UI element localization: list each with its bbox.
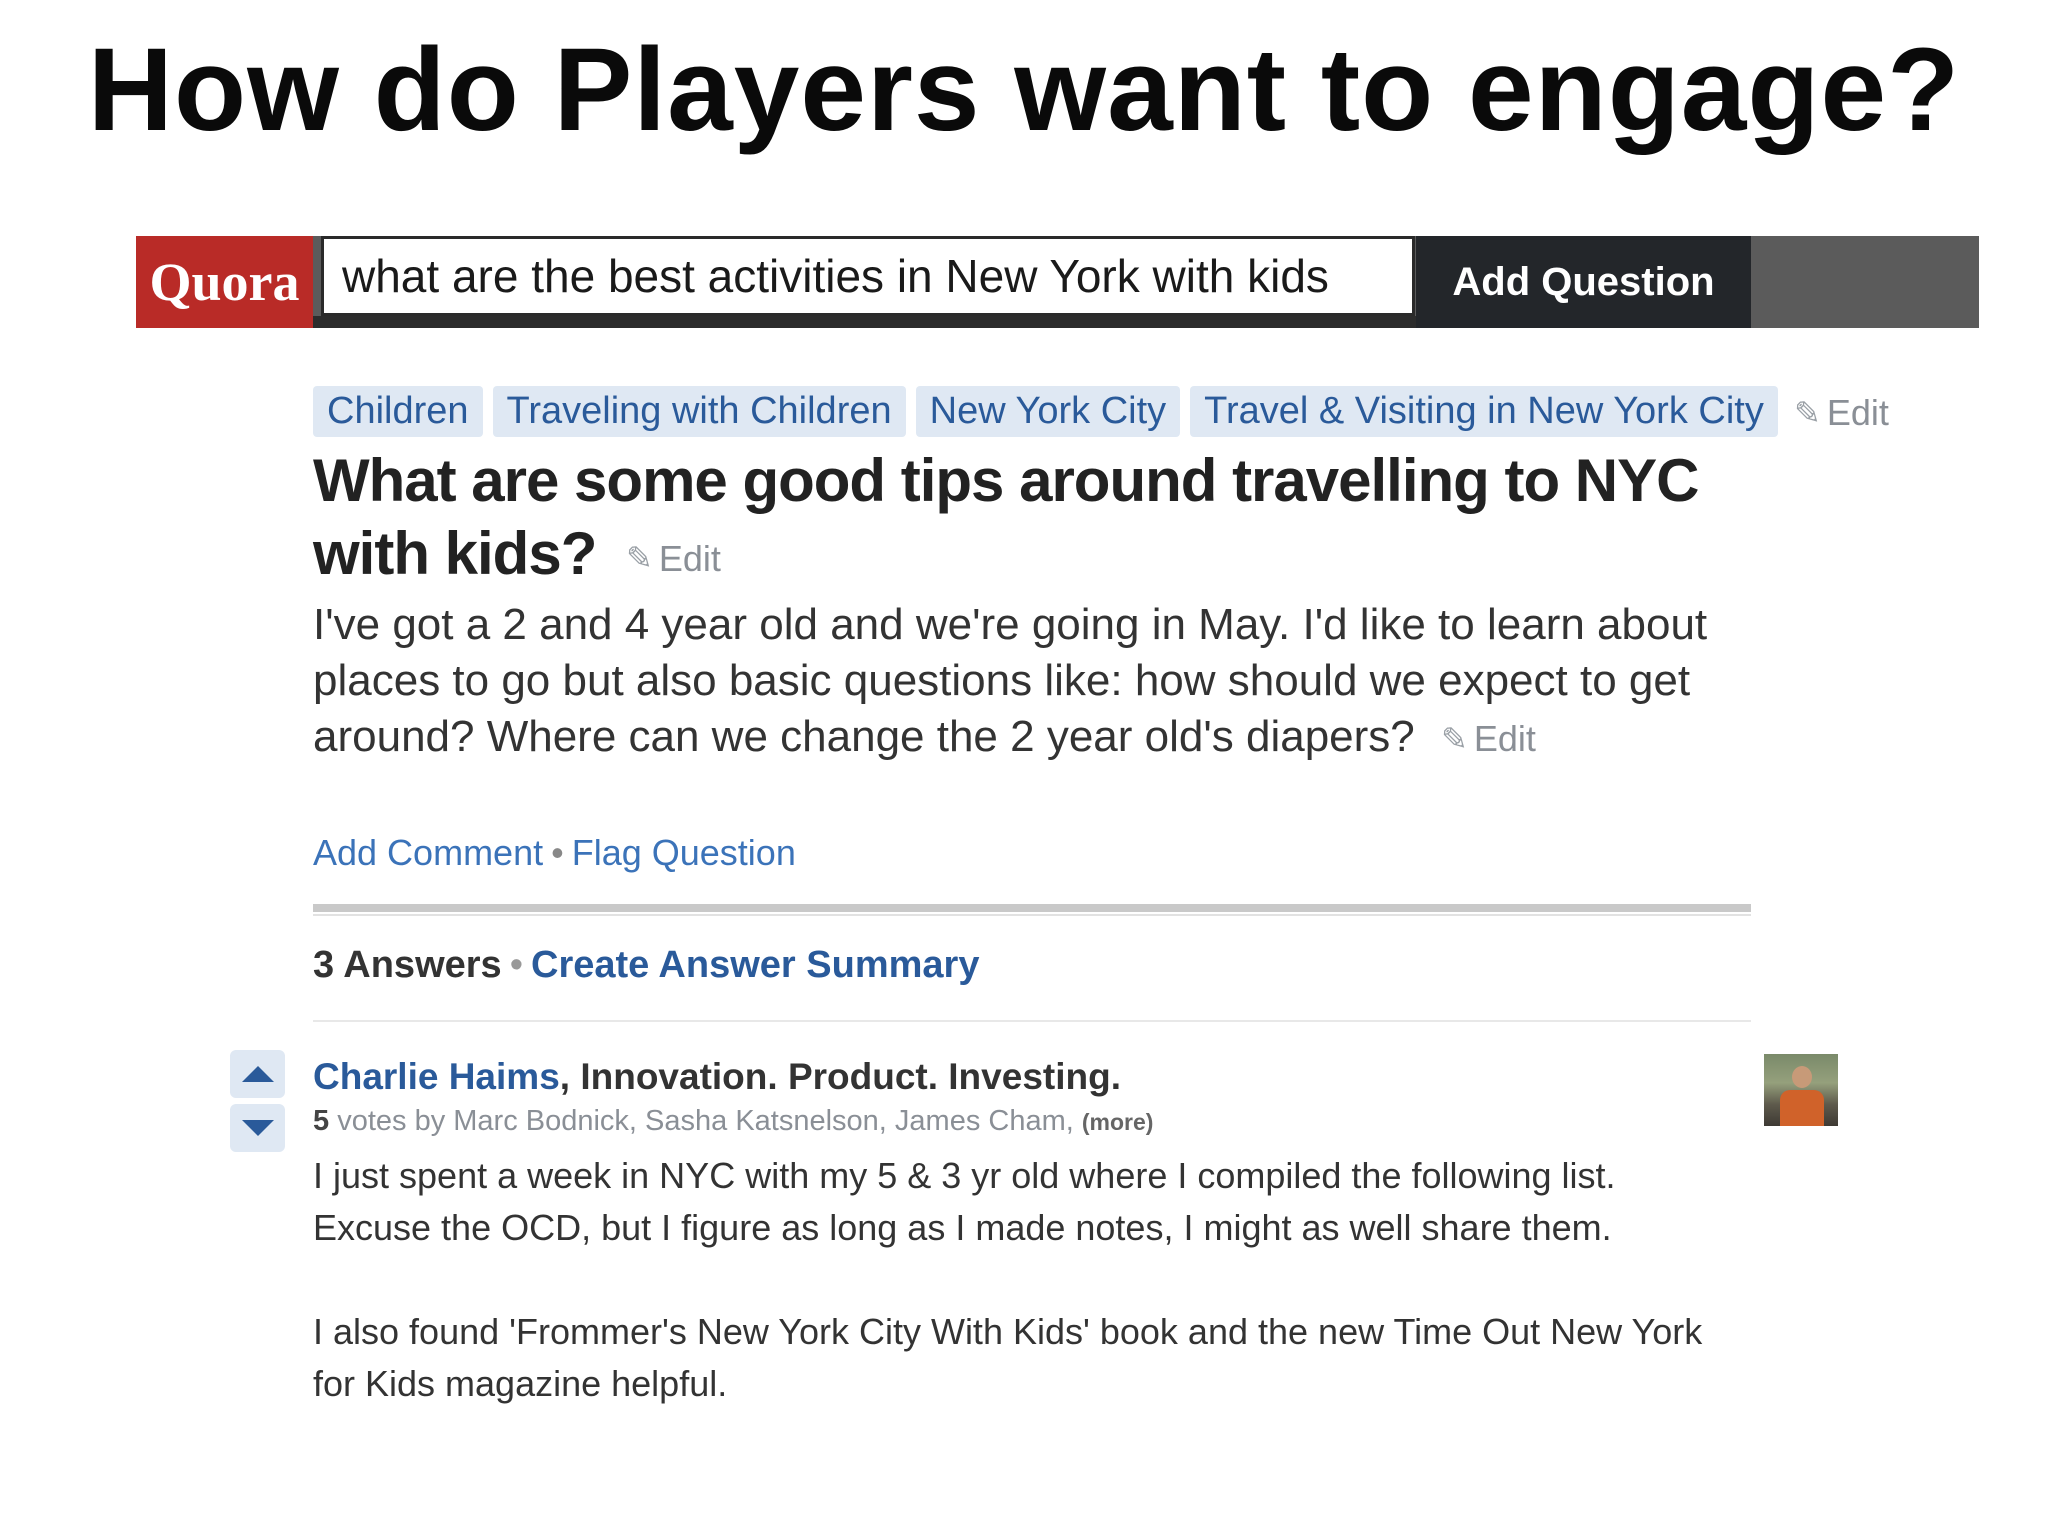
- arrow-up-icon: [241, 1066, 274, 1082]
- topic-travel-visiting-nyc[interactable]: Travel & Visiting in New York City: [1190, 386, 1778, 437]
- pencil-icon: ✎: [1794, 395, 1821, 431]
- answers-header: 3 Answers • Create Answer Summary: [313, 944, 979, 987]
- search-underline: [313, 316, 1453, 328]
- slide-title: How do Players want to engage?: [87, 24, 1961, 156]
- edit-topics-link[interactable]: ✎ Edit: [1794, 392, 1889, 434]
- flag-question-link[interactable]: Flag Question: [572, 832, 796, 873]
- voters-text: votes by Marc Bodnick, Sasha Katsnelson,…: [329, 1105, 1082, 1137]
- edit-details-link[interactable]: ✎ Edit: [1441, 711, 1536, 767]
- topic-list: Children Traveling with Children New Yor…: [313, 386, 1778, 437]
- topic-new-york-city[interactable]: New York City: [915, 386, 1181, 437]
- vote-count: 5: [313, 1105, 330, 1137]
- edit-label: Edit: [658, 537, 721, 579]
- downvote-button[interactable]: [230, 1104, 285, 1152]
- answers-divider: [313, 1020, 1751, 1022]
- more-voters-link[interactable]: (more): [1082, 1109, 1154, 1135]
- topic-traveling-with-children[interactable]: Traveling with Children: [492, 386, 906, 437]
- avatar[interactable]: [1764, 1054, 1838, 1126]
- author-bio: , Innovation. Product. Investing.: [559, 1056, 1121, 1097]
- section-divider: [313, 904, 1751, 912]
- answer-paragraph: I also found 'Frommer's New York City Wi…: [313, 1311, 1703, 1404]
- section-divider-light: [313, 914, 1751, 916]
- edit-label: Edit: [1473, 718, 1536, 760]
- edit-question-link[interactable]: ✎ Edit: [626, 522, 721, 595]
- pencil-icon: ✎: [1441, 721, 1468, 758]
- add-comment-link[interactable]: Add Comment: [313, 832, 543, 873]
- answer-count: 3 Answers: [313, 944, 502, 986]
- upvote-button[interactable]: [230, 1050, 285, 1098]
- question-title-text: What are some good tips around travellin…: [313, 447, 1699, 587]
- question-title: What are some good tips around travellin…: [313, 444, 1793, 595]
- arrow-down-icon: [241, 1120, 274, 1136]
- answer-paragraph: I just spent a week in NYC with my 5 & 3…: [313, 1155, 1616, 1248]
- question-actions: Add Comment • Flag Question: [313, 832, 796, 874]
- pencil-icon: ✎: [626, 539, 653, 576]
- answer-body: I just spent a week in NYC with my 5 & 3…: [313, 1150, 1743, 1462]
- edit-label: Edit: [1826, 392, 1889, 433]
- create-answer-summary-link[interactable]: Create Answer Summary: [531, 944, 979, 986]
- author-name-link[interactable]: Charlie Haims: [313, 1056, 560, 1097]
- separator-dot: •: [551, 832, 564, 873]
- answer-author: Charlie Haims, Innovation. Product. Inve…: [313, 1056, 1121, 1098]
- quora-logo[interactable]: Quora: [136, 236, 313, 328]
- topic-children[interactable]: Children: [313, 386, 483, 437]
- answer-votes: 5 votes by Marc Bodnick, Sasha Katsnelso…: [313, 1105, 1153, 1138]
- separator-dot: •: [509, 944, 523, 986]
- add-question-button[interactable]: Add Question: [1416, 236, 1751, 328]
- question-details: I've got a 2 and 4 year old and we're go…: [313, 597, 1733, 767]
- search-input[interactable]: [321, 236, 1415, 316]
